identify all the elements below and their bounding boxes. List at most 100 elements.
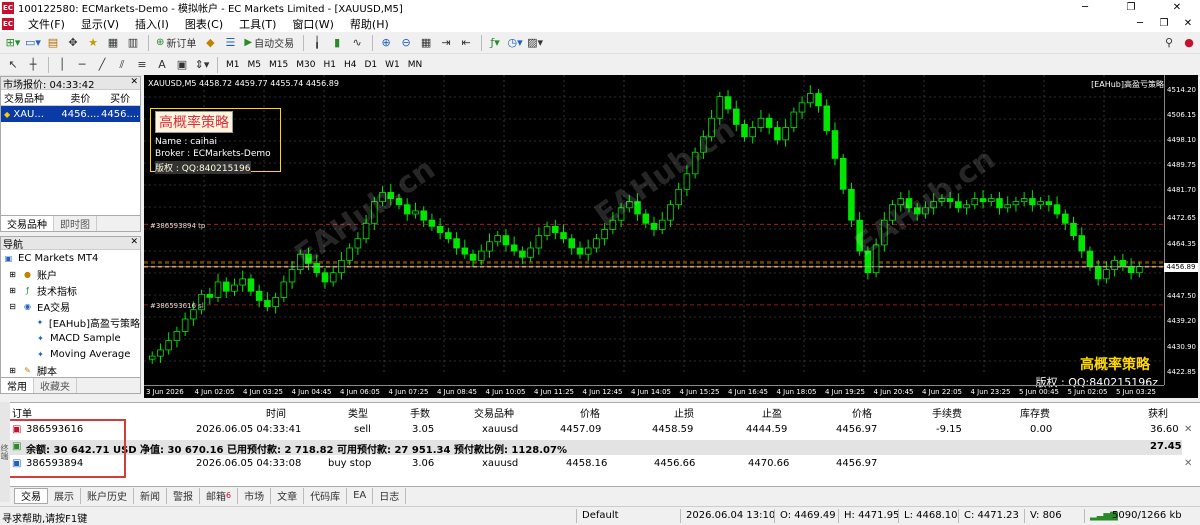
crosshair-icon[interactable]: ┼: [24, 56, 42, 74]
close-icon[interactable]: ✕: [130, 77, 138, 87]
user-account-icon[interactable]: ●: [1180, 34, 1198, 52]
close-icon[interactable]: ✕: [1154, 0, 1200, 15]
nav-ea-2[interactable]: ✦ MACD Sample: [1, 330, 140, 346]
timeframe-m5[interactable]: M5: [244, 56, 266, 74]
label-icon[interactable]: ▣: [173, 56, 191, 74]
tab-news[interactable]: 新闻: [134, 487, 167, 504]
status-profile[interactable]: Default: [582, 510, 619, 521]
timeframe-h4[interactable]: H4: [340, 56, 361, 74]
close-order-icon[interactable]: ✕: [1184, 458, 1192, 469]
timeframe-m1[interactable]: M1: [222, 56, 244, 74]
expand-icon[interactable]: ⊞: [7, 285, 18, 296]
menu-view[interactable]: 显示(V): [73, 16, 127, 32]
col-profit[interactable]: 获利: [1148, 405, 1168, 420]
col-lots[interactable]: 手数: [410, 405, 430, 420]
timeframe-d1[interactable]: D1: [360, 56, 381, 74]
channel-icon[interactable]: ⫽: [113, 56, 131, 74]
cursor-icon[interactable]: ↖: [4, 56, 22, 74]
minimize-icon[interactable]: ─: [1062, 0, 1108, 15]
timeframe-h1[interactable]: H1: [319, 56, 340, 74]
restore-icon[interactable]: ❐: [1108, 0, 1154, 15]
new-chart-icon[interactable]: ⊞▾: [4, 34, 22, 52]
col-symbol[interactable]: 交易品种: [474, 405, 514, 420]
menu-help[interactable]: 帮助(H): [342, 16, 397, 32]
text-icon[interactable]: A: [153, 56, 171, 74]
time-axis[interactable]: 3 Jun 2026 4 Jun 02:05 4 Jun 03:25 4 Jun 04…: [144, 385, 1164, 398]
tab-code-base[interactable]: 代码库: [304, 487, 348, 504]
col-commission[interactable]: 手续费: [932, 405, 962, 420]
chart-shift-icon[interactable]: ⇤: [457, 34, 475, 52]
menu-tools[interactable]: 工具(T): [231, 16, 284, 32]
col-sl[interactable]: 止损: [674, 405, 694, 420]
col-current-price[interactable]: 价格: [852, 405, 872, 420]
tab-tick-chart[interactable]: 即时图: [54, 216, 97, 231]
order-row[interactable]: ▣ 386593894 2026.06.05 04:33:08 buy stop…: [0, 457, 1192, 472]
col-type[interactable]: 类型: [348, 405, 368, 420]
tab-mailbox[interactable]: 邮箱 6: [200, 487, 239, 504]
tile-windows-icon[interactable]: ▦: [417, 34, 435, 52]
timeframe-m15[interactable]: M15: [265, 56, 292, 74]
tab-favorites[interactable]: 收藏夹: [34, 378, 77, 393]
timeframe-m30[interactable]: M30: [292, 56, 319, 74]
autoscroll-icon[interactable]: ⇥: [437, 34, 455, 52]
mdi-minimize-icon[interactable]: ─: [1128, 15, 1152, 32]
navigator-icon[interactable]: ★: [84, 34, 102, 52]
market-watch-icon[interactable]: ▤: [44, 34, 62, 52]
tab-trade[interactable]: 交易: [14, 487, 48, 504]
tab-exposure[interactable]: 展示: [48, 487, 81, 504]
tab-articles[interactable]: 文章: [271, 487, 305, 504]
metaeditor-icon[interactable]: ◆: [201, 34, 219, 52]
close-order-icon[interactable]: ✕: [1184, 424, 1192, 435]
tab-alerts[interactable]: 警报: [167, 487, 200, 504]
search-icon[interactable]: ⚲: [1160, 34, 1178, 52]
menu-insert[interactable]: 插入(I): [127, 16, 177, 32]
tab-market[interactable]: 市场: [238, 487, 272, 504]
arrows-icon[interactable]: ⇕▾: [193, 56, 211, 74]
vertical-line-icon[interactable]: │: [53, 56, 71, 74]
timeframe-mn[interactable]: MN: [404, 56, 427, 74]
col-order[interactable]: 订单: [12, 405, 32, 420]
nav-accounts[interactable]: ⊞ ● 账户: [1, 266, 140, 282]
expand-icon[interactable]: ⊞: [7, 365, 18, 376]
tab-journal[interactable]: 日志: [373, 487, 407, 504]
col-ask[interactable]: 买价: [100, 90, 140, 105]
col-swap[interactable]: 库存费: [1020, 405, 1050, 420]
col-price[interactable]: 价格: [580, 405, 600, 420]
periods-icon[interactable]: ◷▾: [506, 34, 524, 52]
nav-ea-1[interactable]: ✦ [EAHub]高盈亏策略: [1, 314, 140, 330]
col-tp[interactable]: 止盈: [762, 405, 782, 420]
bar-chart-icon[interactable]: ╽: [308, 34, 326, 52]
close-icon[interactable]: ✕: [130, 237, 138, 247]
chart-window-icon[interactable]: EC: [2, 17, 14, 30]
menu-charts[interactable]: 图表(C): [177, 16, 231, 32]
line-chart-icon[interactable]: ∿: [348, 34, 366, 52]
zoom-out-icon[interactable]: ⊖: [397, 34, 415, 52]
order-row[interactable]: ▣ 386593616 2026.06.05 04:33:41 sell 3.0…: [0, 423, 1192, 438]
col-time[interactable]: 时间: [266, 405, 286, 420]
collapse-icon[interactable]: ⊟: [7, 301, 18, 312]
timeframe-w1[interactable]: W1: [381, 56, 404, 74]
price-axis[interactable]: 4514.20 4506.15 4498.10 4489.75 4481.70 4472.…: [1164, 75, 1198, 385]
profiles-icon[interactable]: ▭▾: [24, 34, 42, 52]
data-window-icon[interactable]: ✥: [64, 34, 82, 52]
auto-trading-button[interactable]: ▶ 自动交易: [241, 34, 297, 52]
tab-experts[interactable]: EA: [347, 487, 374, 504]
tester-icon[interactable]: ▥: [124, 34, 142, 52]
trendline-icon[interactable]: ╱: [93, 56, 111, 74]
mdi-restore-icon[interactable]: ❐: [1152, 15, 1176, 32]
zoom-in-icon[interactable]: ⊕: [377, 34, 395, 52]
menu-window[interactable]: 窗口(W): [284, 16, 341, 32]
candlestick-icon[interactable]: ▮: [328, 34, 346, 52]
expand-icon[interactable]: ⊞: [7, 269, 18, 280]
nav-indicators[interactable]: ⊞ ƒ 技术指标: [1, 282, 140, 298]
nav-expert-advisors[interactable]: ⊟ ◉ EA交易: [1, 298, 140, 314]
horizontal-line-icon[interactable]: ─: [73, 56, 91, 74]
fibonacci-icon[interactable]: ≡: [133, 56, 151, 74]
nav-scripts[interactable]: ⊞ ✎ 脚本: [1, 362, 140, 378]
nav-ea-3[interactable]: ✦ Moving Average: [1, 346, 140, 362]
templates-icon[interactable]: ▨▾: [526, 34, 544, 52]
tab-symbols[interactable]: 交易品种: [1, 216, 54, 231]
tab-account-history[interactable]: 账户历史: [81, 487, 134, 504]
col-bid[interactable]: 卖价: [61, 90, 101, 105]
nav-root[interactable]: ▣ EC Markets MT4: [1, 250, 140, 266]
